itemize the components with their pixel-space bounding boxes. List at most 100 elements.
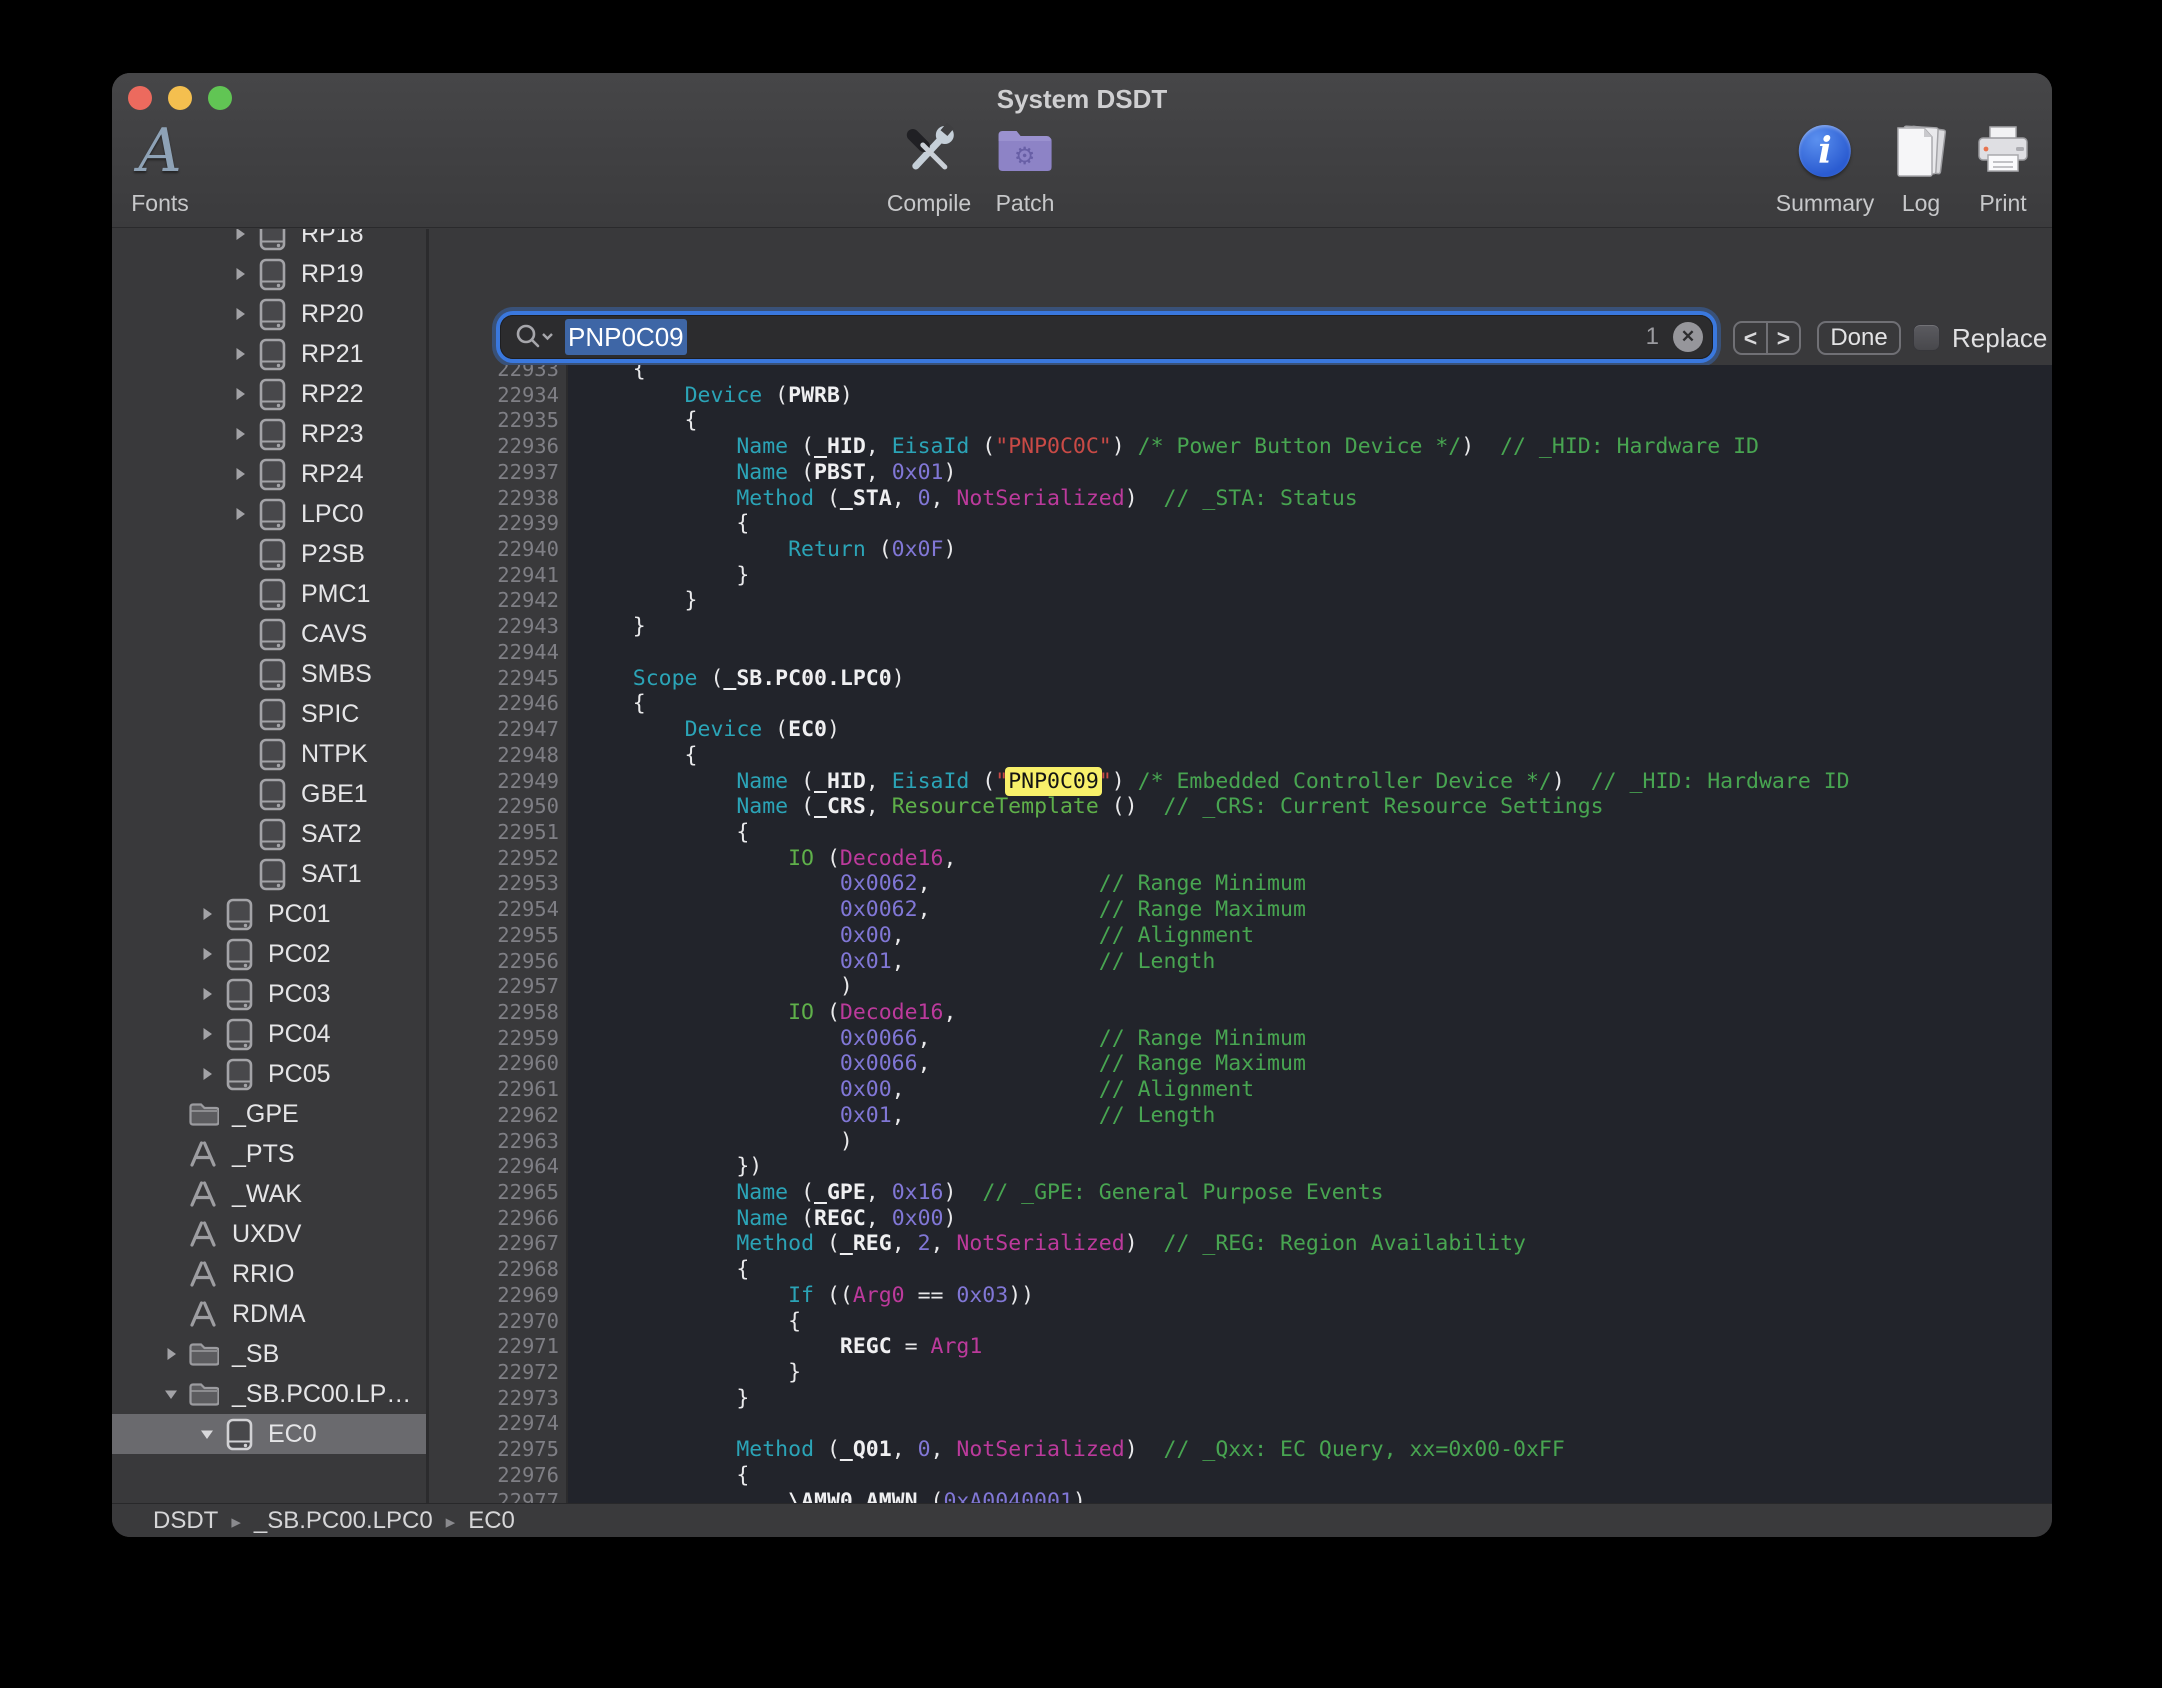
code-line[interactable]: 22971 REGC = Arg1 (429, 1334, 2052, 1360)
code-line[interactable]: 22961 0x00, // Alignment (429, 1077, 2052, 1103)
tree-item-spic[interactable]: SPIC (112, 694, 426, 734)
code-line[interactable]: 22969 If ((Arg0 == 0x03)) (429, 1283, 2052, 1309)
code-line[interactable]: 22950 Name (_CRS, ResourceTemplate () //… (429, 794, 2052, 820)
code-line[interactable]: 22936 Name (_HID, EisaId ("PNP0C0C") /* … (429, 434, 2052, 460)
tree-item-rp18[interactable]: RP18 (112, 229, 426, 254)
code-line[interactable]: 22973 } (429, 1386, 2052, 1412)
code-line[interactable]: 22962 0x01, // Length (429, 1103, 2052, 1129)
tree-item-rp21[interactable]: RP21 (112, 334, 426, 374)
tree-item-cavs[interactable]: CAVS (112, 614, 426, 654)
disclosure-collapsed-icon[interactable] (225, 426, 255, 442)
tree-item-ntpk[interactable]: NTPK (112, 734, 426, 774)
disclosure-collapsed-icon[interactable] (192, 946, 222, 962)
search-icon[interactable] (513, 322, 555, 352)
tree-item-pmc1[interactable]: PMC1 (112, 574, 426, 614)
summary-button[interactable]: i Summary (1776, 119, 1874, 217)
tree-item-p2sb[interactable]: P2SB (112, 534, 426, 574)
tree-item-sat2[interactable]: SAT2 (112, 814, 426, 854)
code-line[interactable]: 22934 Device (PWRB) (429, 383, 2052, 409)
code-editor[interactable]: 22933 {22934 Device (PWRB)22935 {22936 N… (429, 365, 2052, 1503)
tree-item-wak[interactable]: _WAK (112, 1174, 426, 1214)
code-line[interactable]: 22955 0x00, // Alignment (429, 923, 2052, 949)
tree-item-rdma[interactable]: RDMA (112, 1294, 426, 1334)
tree-item-rp23[interactable]: RP23 (112, 414, 426, 454)
code-line[interactable]: 22954 0x0062, // Range Maximum (429, 897, 2052, 923)
compile-button[interactable]: Compile (887, 119, 971, 217)
code-line[interactable]: 22976 { (429, 1463, 2052, 1489)
tree-item-pc05[interactable]: PC05 (112, 1054, 426, 1094)
code-line[interactable]: 22953 0x0062, // Range Minimum (429, 871, 2052, 897)
disclosure-collapsed-icon[interactable] (225, 506, 255, 522)
done-button[interactable]: Done (1817, 321, 1901, 355)
code-line[interactable]: 22951 { (429, 820, 2052, 846)
tree-item-pts[interactable]: _PTS (112, 1134, 426, 1174)
disclosure-collapsed-icon[interactable] (225, 466, 255, 482)
code-line[interactable]: 22967 Method (_REG, 2, NotSerialized) //… (429, 1231, 2052, 1257)
code-line[interactable]: 22933 { (429, 365, 2052, 383)
disclosure-collapsed-icon[interactable] (225, 266, 255, 282)
disclosure-collapsed-icon[interactable] (192, 906, 222, 922)
code-line[interactable]: 22958 IO (Decode16, (429, 1000, 2052, 1026)
tree-item-rp20[interactable]: RP20 (112, 294, 426, 334)
disclosure-collapsed-icon[interactable] (156, 1346, 186, 1362)
code-line[interactable]: 22939 { (429, 511, 2052, 537)
disclosure-collapsed-icon[interactable] (225, 229, 255, 242)
code-line[interactable]: 22974 (429, 1411, 2052, 1437)
code-line[interactable]: 22963 ) (429, 1129, 2052, 1155)
code-line[interactable]: 22945 Scope (_SB.PC00.LPC0) (429, 666, 2052, 692)
code-line[interactable]: 22959 0x0066, // Range Minimum (429, 1026, 2052, 1052)
code-line[interactable]: 22948 { (429, 743, 2052, 769)
find-next-button[interactable]: > (1768, 323, 1799, 353)
disclosure-collapsed-icon[interactable] (192, 1066, 222, 1082)
code-line[interactable]: 22949 Name (_HID, EisaId ("PNP0C09") /* … (429, 769, 2052, 795)
code-line[interactable]: 22946 { (429, 691, 2052, 717)
tree-item-smbs[interactable]: SMBS (112, 654, 426, 694)
disclosure-expanded-icon[interactable] (156, 1386, 186, 1402)
disclosure-collapsed-icon[interactable] (192, 1026, 222, 1042)
tree-item-pc02[interactable]: PC02 (112, 934, 426, 974)
tree-item-uxdv[interactable]: UXDV (112, 1214, 426, 1254)
disclosure-collapsed-icon[interactable] (225, 386, 255, 402)
code-line[interactable]: 22977 \AMW0.AMWN (0xA0040001) (429, 1489, 2052, 1503)
code-line[interactable]: 22957 ) (429, 974, 2052, 1000)
code-line[interactable]: 22947 Device (EC0) (429, 717, 2052, 743)
code-line[interactable]: 22964 }) (429, 1154, 2052, 1180)
disclosure-collapsed-icon[interactable] (192, 986, 222, 1002)
log-button[interactable]: Log (1893, 119, 1949, 217)
tree-item-rp22[interactable]: RP22 (112, 374, 426, 414)
code-line[interactable]: 22968 { (429, 1257, 2052, 1283)
code-line[interactable]: 22942 } (429, 588, 2052, 614)
tree-item-gpe[interactable]: _GPE (112, 1094, 426, 1134)
tree-item-sat1[interactable]: SAT1 (112, 854, 426, 894)
tree-item-lpc0[interactable]: LPC0 (112, 494, 426, 534)
code-line[interactable]: 22965 Name (_GPE, 0x16) // _GPE: General… (429, 1180, 2052, 1206)
code-line[interactable]: 22937 Name (PBST, 0x01) (429, 460, 2052, 486)
code-line[interactable]: 22960 0x0066, // Range Maximum (429, 1051, 2052, 1077)
clear-search-icon[interactable]: ✕ (1673, 322, 1703, 352)
patch-button[interactable]: ⚙ Patch (996, 119, 1055, 217)
find-previous-button[interactable]: < (1735, 323, 1768, 353)
code-line[interactable]: 22952 IO (Decode16, (429, 846, 2052, 872)
tree-item-pc01[interactable]: PC01 (112, 894, 426, 934)
disclosure-expanded-icon[interactable] (192, 1426, 222, 1442)
tree-item-gbe1[interactable]: GBE1 (112, 774, 426, 814)
tree-item-rrio[interactable]: RRIO (112, 1254, 426, 1294)
tree-item-sb[interactable]: _SB (112, 1334, 426, 1374)
fonts-button[interactable]: A Fonts (131, 119, 189, 217)
disclosure-collapsed-icon[interactable] (225, 306, 255, 322)
tree-item-pc04[interactable]: PC04 (112, 1014, 426, 1054)
replace-checkbox[interactable] (1913, 324, 1940, 351)
code-line[interactable]: 22970 { (429, 1309, 2052, 1335)
tree-item-rp24[interactable]: RP24 (112, 454, 426, 494)
tree-item-ec0[interactable]: EC0 (112, 1414, 426, 1454)
code-line[interactable]: 22944 (429, 640, 2052, 666)
search-input[interactable]: PNP0C09 1 ✕ (500, 315, 1713, 359)
tree-item-sb-pc00-lp[interactable]: _SB.PC00.LP… (112, 1374, 426, 1414)
print-button[interactable]: Print (1974, 119, 2032, 217)
code-line[interactable]: 22935 { (429, 408, 2052, 434)
code-line[interactable]: 22972 } (429, 1360, 2052, 1386)
tree-item-rp19[interactable]: RP19 (112, 254, 426, 294)
code-line[interactable]: 22941 } (429, 563, 2052, 589)
disclosure-collapsed-icon[interactable] (225, 346, 255, 362)
code-line[interactable]: 22940 Return (0x0F) (429, 537, 2052, 563)
